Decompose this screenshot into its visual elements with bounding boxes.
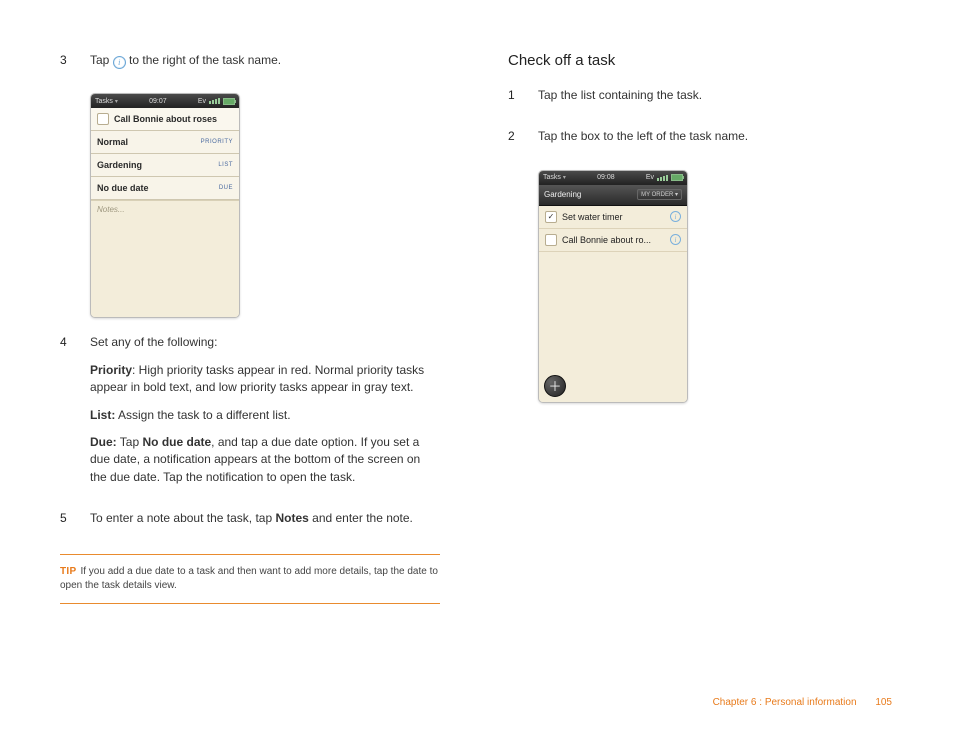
step3-post: to the right of the task name.	[126, 53, 281, 67]
task-list-screenshot: Tasks ▾ 09:08 Ev Gardening MY ORDER ▾ ✓	[538, 170, 688, 403]
chevron-down-icon: ▾	[115, 98, 118, 105]
battery-icon	[223, 98, 235, 105]
step-1: 1 Tap the list containing the task.	[508, 87, 888, 114]
task-label: Set water timer	[562, 212, 623, 222]
step1-text: Tap the list containing the task.	[538, 87, 888, 104]
step-number: 5	[60, 510, 90, 537]
statusbar-ev: Ev	[646, 174, 654, 181]
list-heading: List:	[90, 408, 115, 422]
statusbar-time: 09:08	[597, 174, 615, 181]
step-number: 1	[508, 87, 538, 114]
page-footer: Chapter 6 : Personal information 105	[713, 697, 892, 708]
due-bold: No due date	[142, 435, 211, 449]
statusbar-title: Tasks	[543, 174, 561, 181]
task-row[interactable]: Call Bonnie about ro... i	[539, 229, 687, 252]
sort-button[interactable]: MY ORDER ▾	[637, 189, 682, 200]
task-title-row: Call Bonnie about roses	[91, 108, 239, 131]
tip-label: TIP	[60, 566, 76, 577]
step-number: 3	[60, 52, 90, 79]
tip-text: If you add a due date to a task and then…	[60, 566, 438, 591]
step-2: 2 Tap the box to the left of the task na…	[508, 128, 888, 155]
footer-page: 105	[875, 697, 892, 708]
step5-post: and enter the note.	[309, 511, 413, 525]
task-row[interactable]: ✓ Set water timer i	[539, 206, 687, 229]
priority-desc: : High priority tasks appear in red. Nor…	[90, 363, 424, 394]
priority-label: PRIORITY	[201, 139, 233, 145]
priority-value: Normal	[97, 137, 128, 147]
right-column: Check off a task 1 Tap the list containi…	[508, 52, 888, 604]
due-desc-1: Tap	[117, 435, 143, 449]
step-4: 4 Set any of the following: Priority: Hi…	[60, 334, 440, 496]
list-label: LIST	[218, 162, 233, 168]
list-title: Gardening	[544, 190, 581, 199]
step-number: 4	[60, 334, 90, 496]
statusbar-title: Tasks	[95, 98, 113, 105]
list-desc: Assign the task to a different list.	[115, 408, 290, 422]
due-value: No due date	[97, 183, 149, 193]
step-5: 5 To enter a note about the task, tap No…	[60, 510, 440, 537]
due-row[interactable]: No due date DUE	[91, 177, 239, 200]
task-label: Call Bonnie about ro...	[562, 235, 651, 245]
statusbar-ev: Ev	[198, 98, 206, 105]
status-bar: Tasks ▾ 09:07 Ev	[91, 94, 239, 108]
left-column: 3 Tap i to the right of the task name. T…	[60, 52, 440, 604]
info-icon[interactable]: i	[670, 234, 681, 245]
add-task-button[interactable]: ＋	[544, 375, 566, 397]
priority-heading: Priority	[90, 363, 132, 377]
step5-bold: Notes	[275, 511, 308, 525]
step-3: 3 Tap i to the right of the task name.	[60, 52, 440, 79]
info-icon[interactable]: i	[670, 211, 681, 222]
signal-icon	[209, 98, 220, 104]
step2-text: Tap the box to the left of the task name…	[538, 128, 888, 145]
status-bar: Tasks ▾ 09:08 Ev	[539, 171, 687, 185]
battery-icon	[671, 174, 683, 181]
task-title: Call Bonnie about roses	[114, 114, 217, 124]
list-row[interactable]: Gardening LIST	[91, 154, 239, 177]
plus-icon: ＋	[548, 376, 561, 395]
task-checkbox-checked[interactable]: ✓	[545, 211, 557, 223]
tip-callout: TIPIf you add a due date to a task and t…	[60, 554, 440, 604]
statusbar-time: 09:07	[149, 98, 167, 105]
footer-chapter: Chapter 6 : Personal information	[713, 697, 857, 708]
info-icon: i	[113, 56, 126, 69]
due-label: DUE	[219, 185, 233, 191]
section-heading: Check off a task	[508, 52, 888, 69]
notes-field[interactable]: Notes...	[91, 200, 239, 317]
step3-pre: Tap	[90, 53, 113, 67]
list-value: Gardening	[97, 160, 142, 170]
signal-icon	[657, 175, 668, 181]
task-checkbox[interactable]	[545, 234, 557, 246]
task-detail-screenshot: Tasks ▾ 09:07 Ev Call Bonnie about roses…	[90, 93, 240, 318]
step4-intro: Set any of the following:	[90, 334, 440, 351]
step-number: 2	[508, 128, 538, 155]
list-header: Gardening MY ORDER ▾	[539, 185, 687, 206]
due-heading: Due:	[90, 435, 117, 449]
step5-pre: To enter a note about the task, tap	[90, 511, 275, 525]
chevron-down-icon: ▾	[563, 174, 566, 181]
task-checkbox[interactable]	[97, 113, 109, 125]
priority-row[interactable]: Normal PRIORITY	[91, 131, 239, 154]
